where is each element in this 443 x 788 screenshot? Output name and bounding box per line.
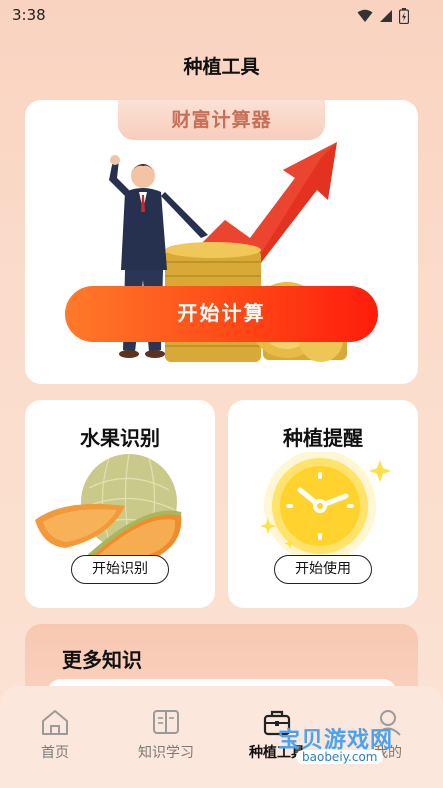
nav-label-profile: 我的 [374, 745, 402, 761]
nav-label-knowledge: 知识学习 [138, 745, 194, 761]
nav-item-profile[interactable]: 我的 [343, 708, 433, 762]
planting-reminder-card[interactable]: 种植提醒 开始使用 [228, 400, 418, 608]
nav-item-home[interactable]: 首页 [10, 708, 100, 762]
status-icons [357, 8, 409, 24]
status-bar: 3:38 [0, 0, 443, 32]
book-icon [153, 710, 179, 734]
fruit-recognition-card[interactable]: 水果识别 开始识别 [25, 400, 215, 608]
signal-icon [380, 10, 392, 22]
page-title: 种植工具 [183, 56, 260, 78]
battery-icon [399, 8, 409, 24]
nav-label-tools: 种植工具 [249, 745, 305, 761]
profile-icon [375, 710, 401, 736]
clock-icon [260, 452, 391, 562]
bottom-nav: 首页 知识学习 种植工具 我的 [0, 686, 443, 788]
more-knowledge-title: 更多知识 [62, 648, 142, 672]
status-time: 3:38 [12, 6, 46, 24]
wealth-calculator-card[interactable]: 财富计算器 开始计算 [25, 100, 418, 384]
fruit-recognition-title: 水果识别 [80, 426, 160, 450]
toolbox-icon [263, 710, 291, 736]
nav-label-home: 首页 [41, 745, 69, 761]
melon-icon [35, 453, 182, 562]
start-recognition-button[interactable]: 开始识别 [71, 555, 169, 584]
planting-reminder-title: 种植提醒 [283, 426, 363, 450]
nav-item-tools[interactable]: 种植工具 [232, 708, 322, 762]
start-using-button[interactable]: 开始使用 [274, 555, 372, 584]
home-icon [42, 710, 68, 735]
nav-item-knowledge[interactable]: 知识学习 [121, 708, 211, 762]
wifi-icon [357, 9, 373, 22]
start-calculation-button[interactable]: 开始计算 [65, 286, 378, 342]
